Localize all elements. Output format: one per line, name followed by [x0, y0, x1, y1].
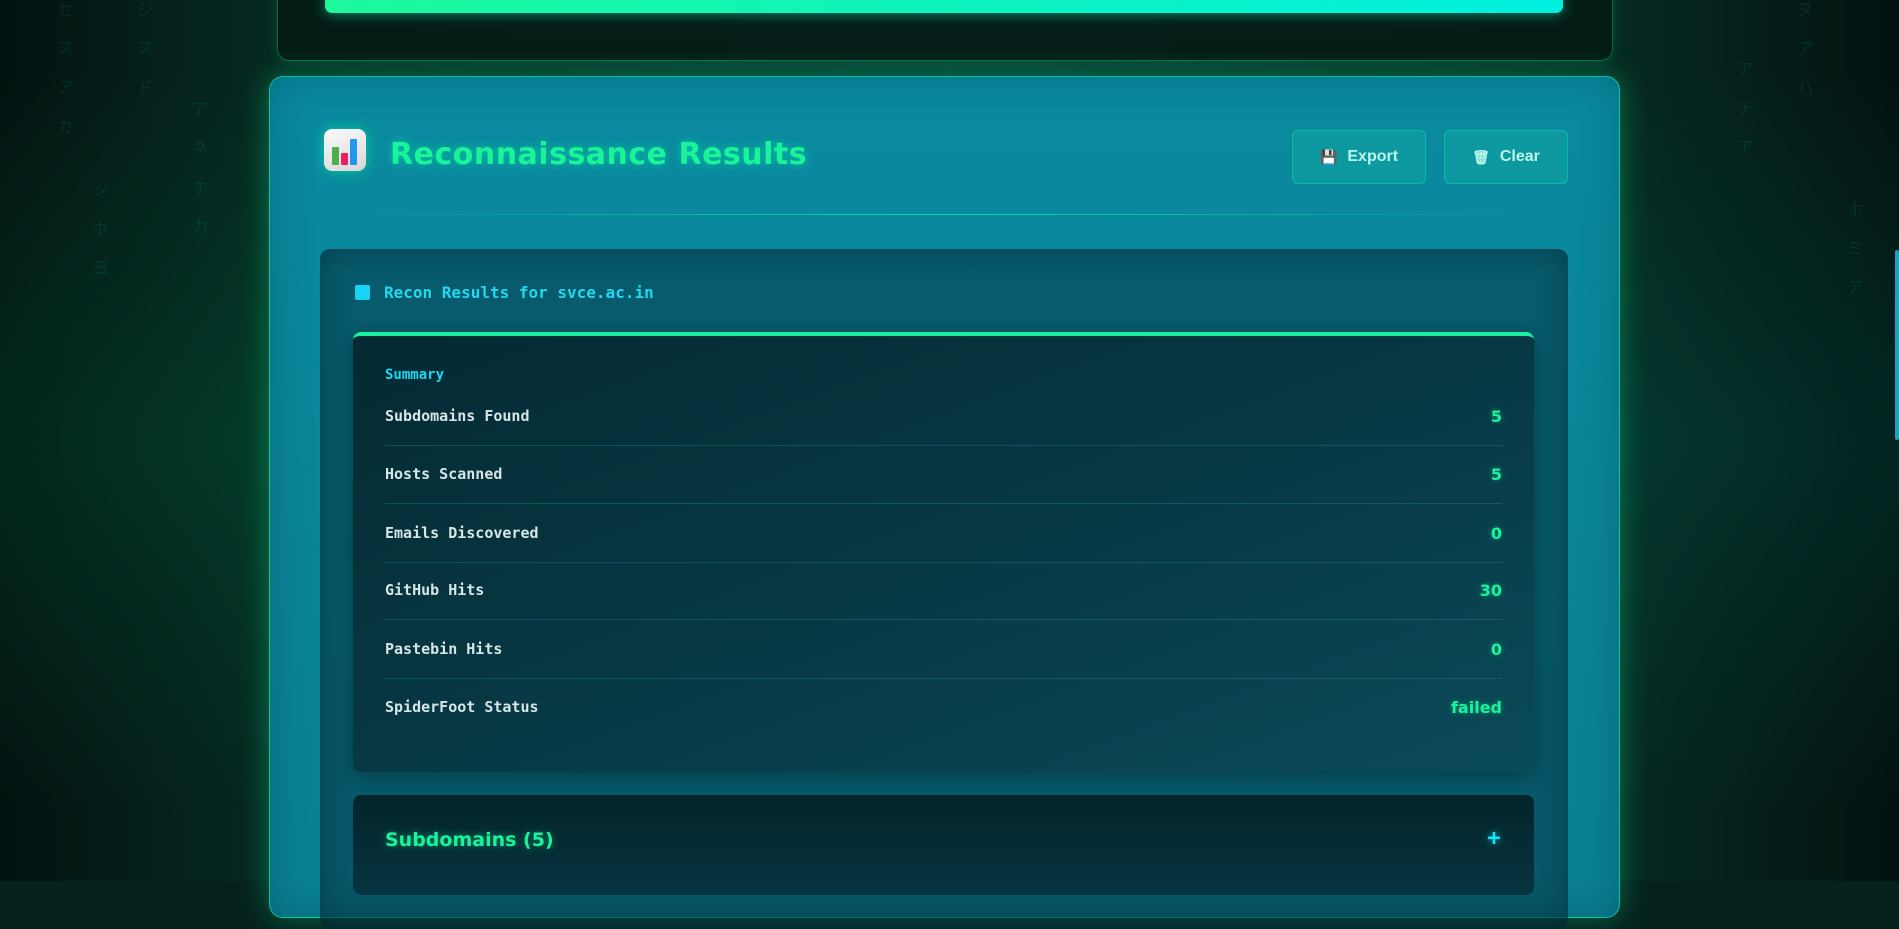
summary-key: Pastebin Hits	[385, 640, 503, 658]
summary-key: Subdomains Found	[385, 407, 530, 425]
summary-row-subdomains: Subdomains Found 5	[385, 387, 1502, 446]
summary-row-spiderfoot: SpiderFoot Status failed	[385, 678, 1502, 736]
wastebasket-icon: 🗑	[1472, 148, 1490, 165]
expand-icon[interactable]: +	[1482, 827, 1506, 851]
matrix-rain: ジ ス ド	[140, 0, 154, 96]
summary-label: Summary	[385, 367, 445, 383]
clear-label: Clear	[1499, 148, 1540, 165]
results-heading-text: Recon Results for svce.ac.in	[384, 283, 654, 302]
subdomains-title[interactable]: Subdomains (5)	[385, 829, 554, 851]
summary-value: 5	[1490, 464, 1502, 484]
summary-key: GitHub Hits	[385, 581, 485, 599]
summary-value: 0	[1490, 523, 1502, 543]
summary-row-github: GitHub Hits 30	[385, 561, 1502, 620]
matrix-rain: ヌ ア ハ	[1800, 0, 1814, 96]
summary-key: SpiderFoot Status	[385, 698, 539, 716]
progress-bar	[325, 0, 1563, 13]
summary-key: Hosts Scanned	[385, 465, 503, 483]
square-icon	[355, 285, 370, 300]
summary-key: Emails Discovered	[385, 524, 539, 542]
clear-button[interactable]: 🗑 Clear	[1444, 130, 1568, 184]
summary-value: 5	[1490, 406, 1502, 426]
floppy-disk-icon: 💾	[1319, 148, 1338, 165]
matrix-rain: ホ ミ ア	[1850, 200, 1864, 296]
summary-value: 0	[1490, 639, 1502, 659]
results-heading: Recon Results for svce.ac.in	[355, 283, 654, 302]
summary-value: 30	[1479, 580, 1502, 600]
summary-row-pastebin: Pastebin Hits 0	[385, 620, 1502, 679]
summary-row-hosts: Hosts Scanned 5	[385, 445, 1502, 504]
matrix-rain: ア ネ ホ カ	[195, 100, 209, 235]
bar-chart-icon	[324, 129, 366, 171]
matrix-rain: シ ホ ヨ	[95, 180, 109, 276]
export-button[interactable]: 💾 Export	[1292, 130, 1426, 184]
export-label: Export	[1347, 148, 1399, 165]
header-divider	[345, 214, 1535, 215]
matrix-rain: セ ス ア カ	[60, 0, 74, 135]
summary-row-emails: Emails Discovered 0	[385, 504, 1502, 563]
matrix-rain: ア チ ア	[1740, 60, 1754, 156]
summary-value: failed	[1450, 697, 1502, 717]
page-title: Reconnaissance Results	[390, 137, 808, 172]
scrollbar-thumb[interactable]	[1895, 250, 1899, 440]
